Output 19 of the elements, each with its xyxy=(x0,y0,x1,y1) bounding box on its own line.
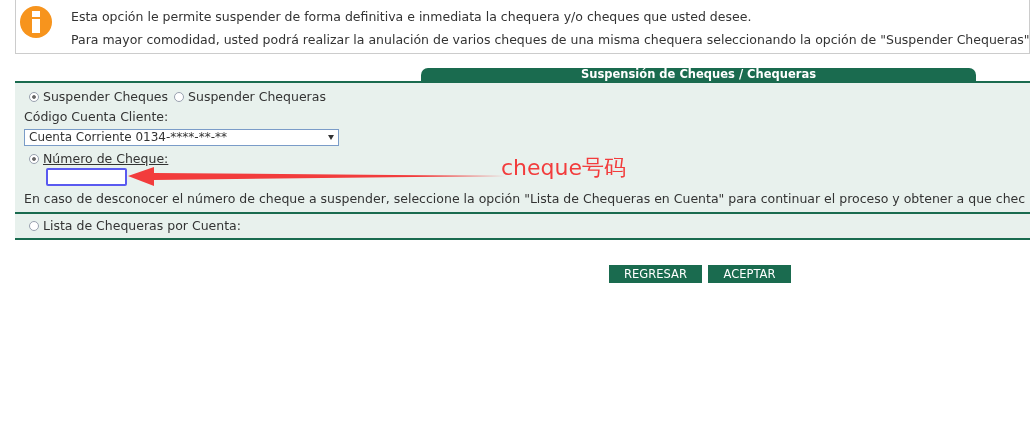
annotation-label: cheque号码 xyxy=(501,155,627,181)
radio-label: Lista de Chequeras por Cuenta: xyxy=(43,216,241,235)
form-button[interactable]: ACEPTAR xyxy=(708,265,791,283)
info-icon xyxy=(19,5,53,39)
radio-button[interactable] xyxy=(29,153,39,164)
radio-label: Suspender Chequeras xyxy=(188,88,326,106)
radio-label: Número de Cheque: xyxy=(43,149,169,168)
radio-button[interactable] xyxy=(174,92,185,103)
radio-button[interactable] xyxy=(29,221,39,231)
radio-label: Suspender Cheques xyxy=(43,88,169,106)
field-label: Código Cuenta Cliente: xyxy=(24,107,170,126)
account-select[interactable]: Cuenta Corriente 0134-****-**-** xyxy=(24,128,339,146)
caret-icon xyxy=(328,134,334,140)
form-button[interactable]: REGRESAR xyxy=(609,265,702,283)
cheque-number-input[interactable] xyxy=(46,168,127,187)
help-text: En caso de desconocer el número de cheque a suspender, seleccione la opción "Lista de Chequeras en Cuenta" para continuar el proceso y obtener a que chec xyxy=(24,190,1027,209)
radio-button[interactable] xyxy=(29,92,39,103)
info-text: Para mayor comodidad, usted podrá realizar la anulación de varios cheques de una misma chequera seleccionando la opción de "Suspender Chequeras" xyxy=(71,31,1029,49)
info-text: Esta opción le permite suspender de forma definitiva e inmediata la chequera y/o cheques que usted desee. xyxy=(71,8,753,26)
